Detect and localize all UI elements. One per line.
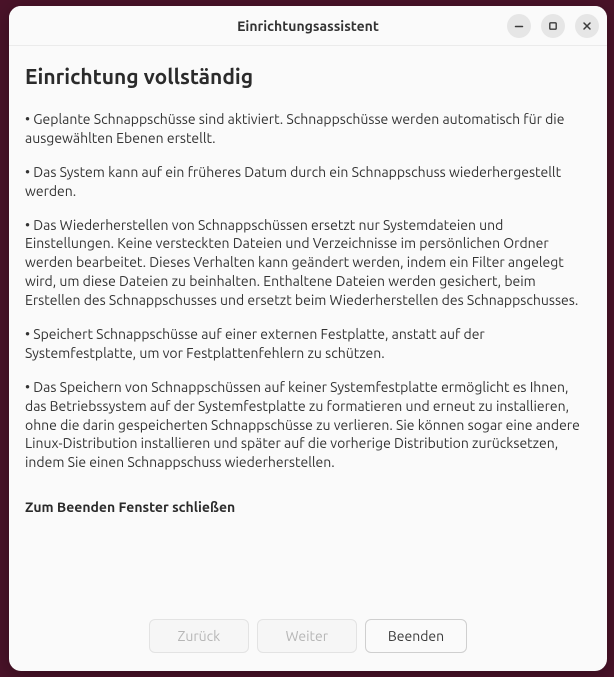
info-paragraph: • Das System kann auf ein früheres Datum… <box>25 163 591 201</box>
window-controls <box>507 14 599 38</box>
closing-instruction: Zum Beenden Fenster schließen <box>25 499 591 515</box>
next-button[interactable]: Weiter <box>257 619 357 653</box>
wizard-window: Einrichtungsassistent Einrichtung vollst… <box>9 6 607 671</box>
info-paragraph: • Das Wiederherstellen von Schnappschüss… <box>25 216 591 310</box>
body-text: • Geplante Schnappschüsse sind aktiviert… <box>25 110 591 487</box>
footer-buttons: Zurück Weiter Beenden <box>9 607 607 671</box>
info-paragraph: • Speichert Schnappschüsse auf einer ext… <box>25 325 591 363</box>
window-title: Einrichtungsassistent <box>237 18 379 34</box>
info-paragraph: • Geplante Schnappschüsse sind aktiviert… <box>25 110 591 148</box>
minimize-button[interactable] <box>507 14 531 38</box>
info-paragraph: • Das Speichern von Schnappschüssen auf … <box>25 378 591 472</box>
titlebar: Einrichtungsassistent <box>9 6 607 46</box>
content-area: Einrichtung vollständig • Geplante Schna… <box>9 46 607 607</box>
close-button[interactable] <box>575 14 599 38</box>
back-button[interactable]: Zurück <box>149 619 249 653</box>
close-icon <box>581 20 593 32</box>
maximize-button[interactable] <box>541 14 565 38</box>
finish-button[interactable]: Beenden <box>365 619 467 653</box>
page-title: Einrichtung vollständig <box>25 64 591 88</box>
minimize-icon <box>513 20 525 32</box>
maximize-icon <box>547 20 559 32</box>
